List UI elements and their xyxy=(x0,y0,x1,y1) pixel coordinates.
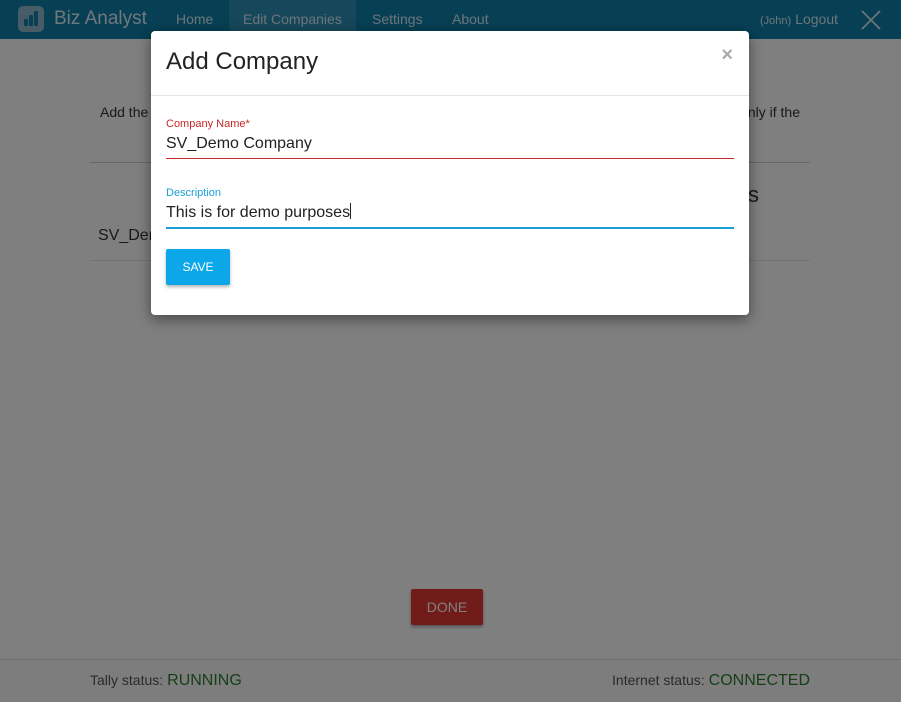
company-name-field[interactable]: Company Name* SV_Demo Company xyxy=(166,118,734,159)
company-name-input[interactable]: SV_Demo Company xyxy=(166,134,734,154)
dialog-close-icon[interactable]: × xyxy=(721,45,733,65)
text-cursor xyxy=(350,203,352,219)
save-button[interactable]: SAVE xyxy=(166,249,230,285)
company-name-label: Company Name* xyxy=(166,118,250,130)
dialog-divider xyxy=(151,95,749,96)
add-company-dialog: Add Company × Company Name* SV_Demo Comp… xyxy=(151,31,749,315)
description-field[interactable]: Description This is for demo purposes xyxy=(166,187,734,229)
description-underline xyxy=(166,227,734,229)
company-name-underline xyxy=(166,158,734,159)
description-input[interactable]: This is for demo purposes xyxy=(166,203,734,223)
dialog-title: Add Company xyxy=(166,48,319,75)
description-text: This is for demo purposes xyxy=(166,204,351,221)
description-label: Description xyxy=(166,187,222,199)
